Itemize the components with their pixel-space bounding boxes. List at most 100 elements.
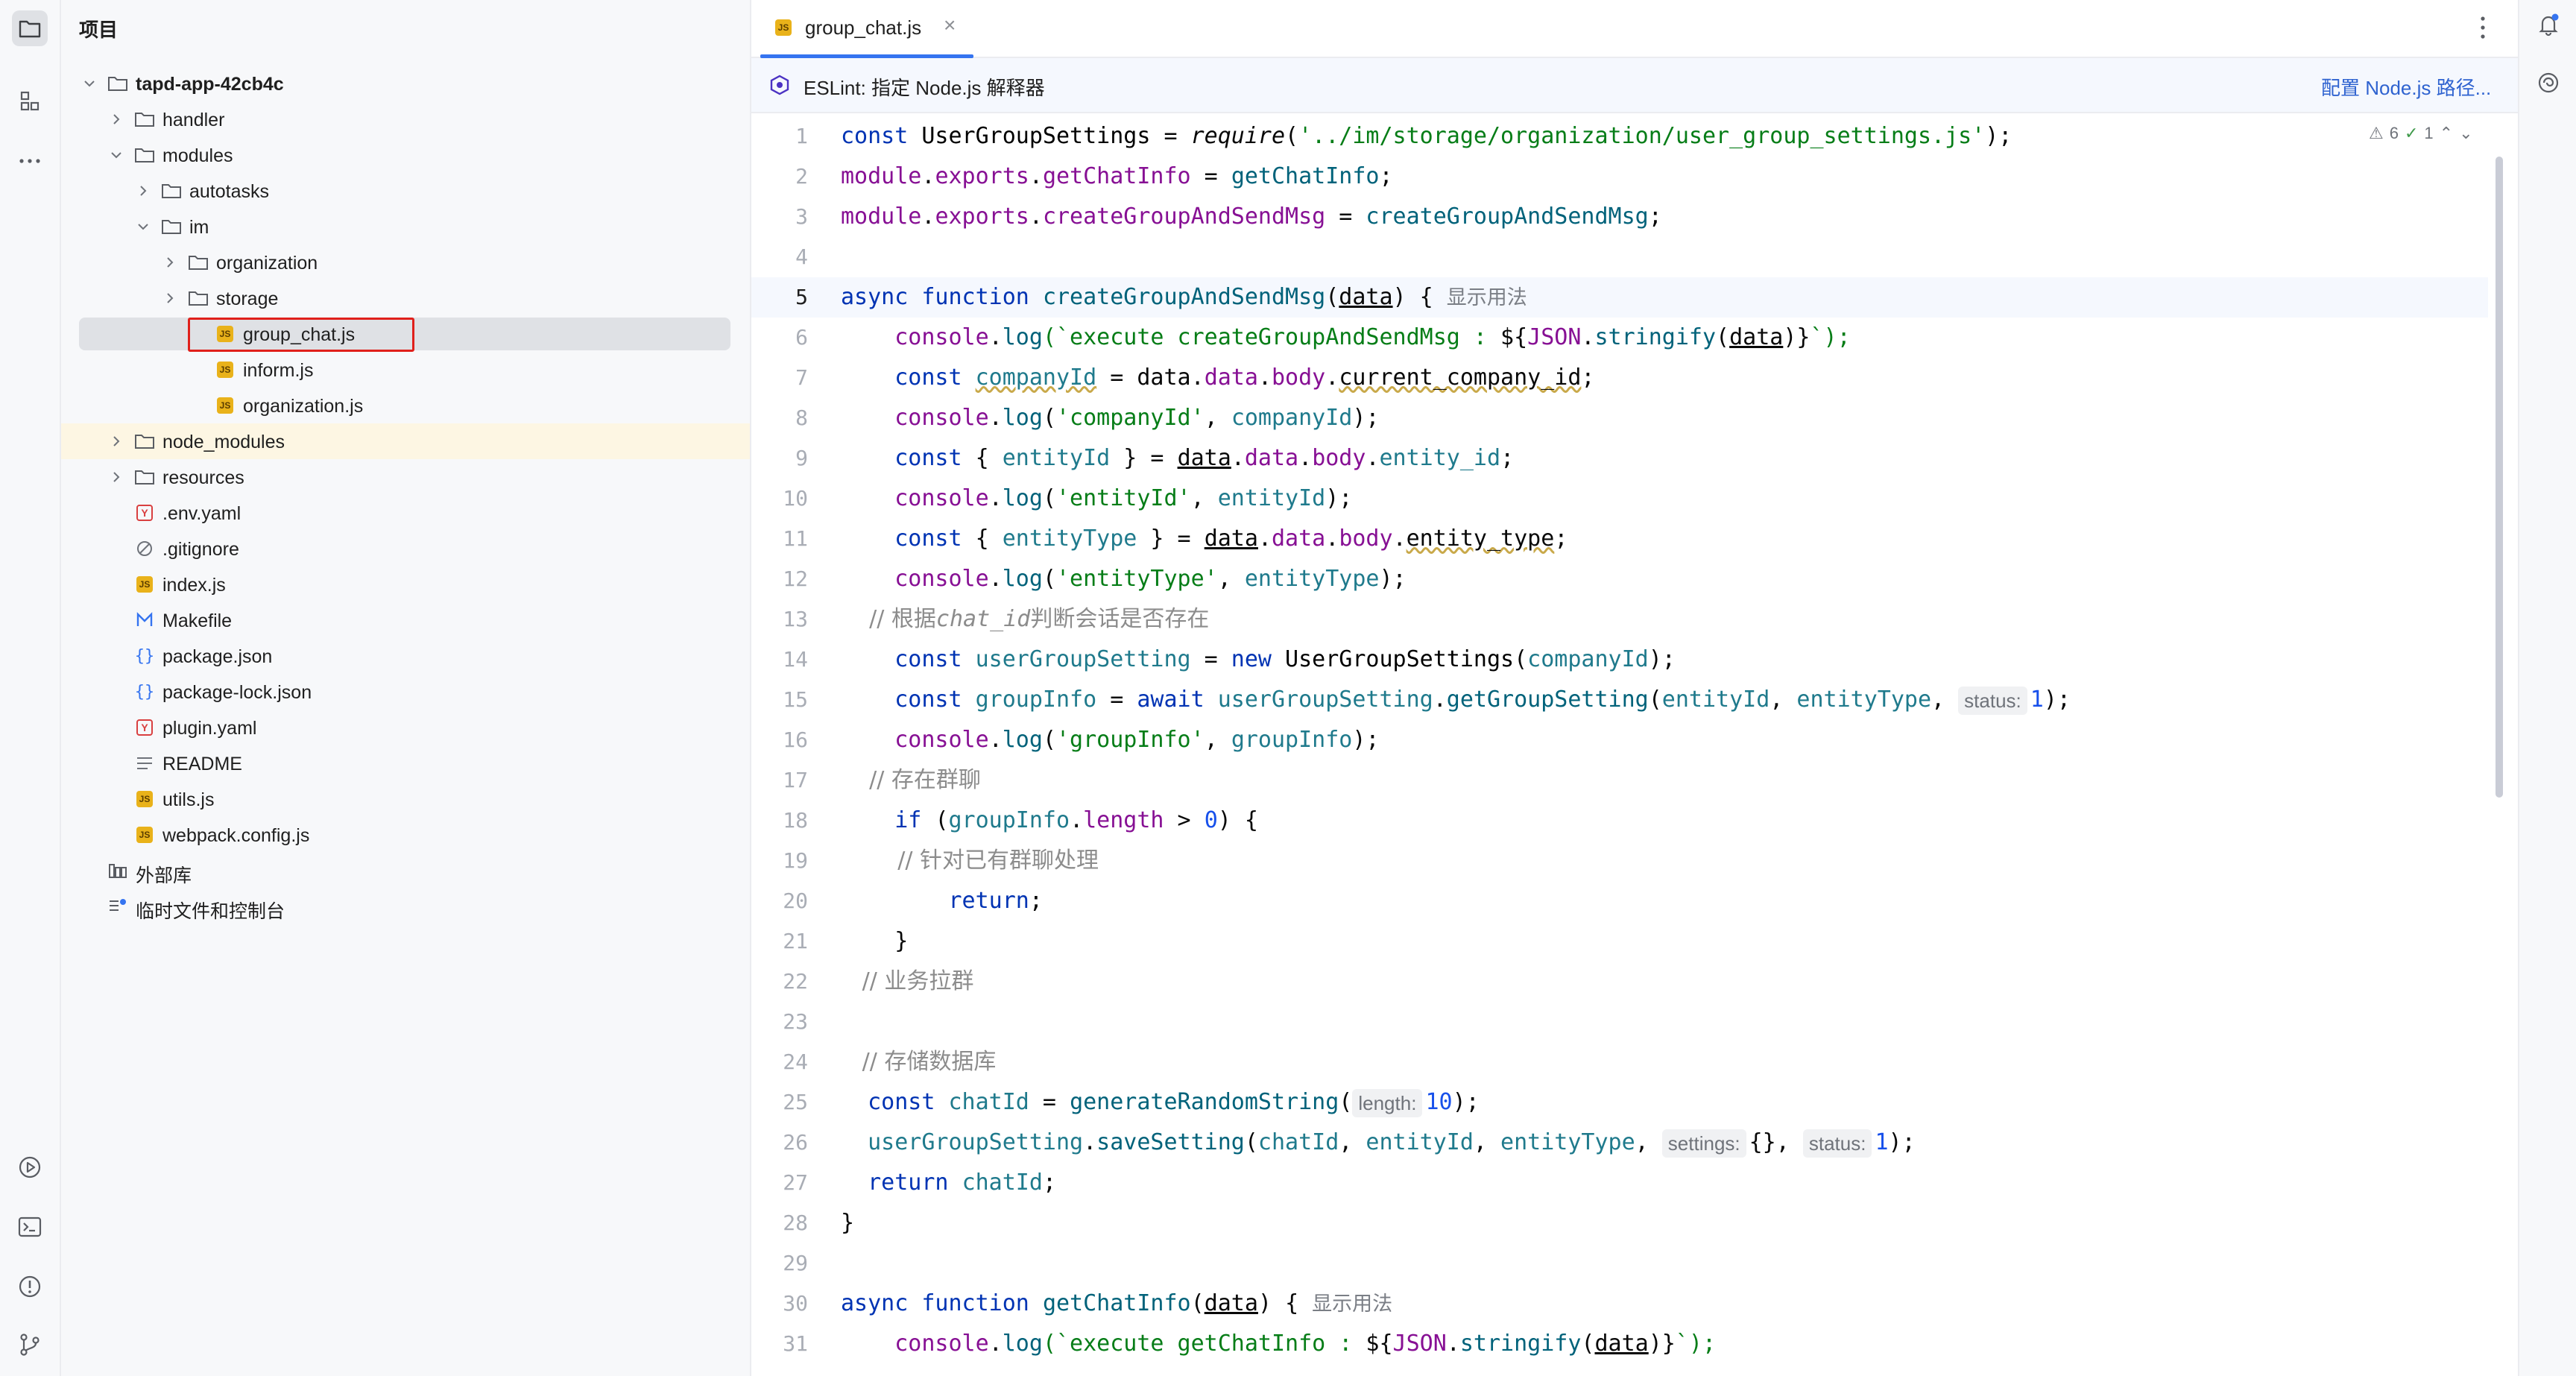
code-token: .	[921, 163, 935, 189]
folder-icon[interactable]	[12, 10, 48, 46]
code-line[interactable]: return;	[841, 881, 1042, 921]
tree-item[interactable]: Yplugin.yaml	[61, 710, 750, 745]
chevron-right-icon[interactable]	[109, 434, 124, 449]
tree-item[interactable]: 外部库	[61, 853, 750, 889]
tree-item[interactable]: JS inform.js	[61, 352, 750, 388]
tree-item[interactable]: storage	[61, 280, 750, 316]
chevron-right-icon[interactable]	[136, 183, 151, 198]
tree-item[interactable]: Makefile	[61, 602, 750, 638]
code-token: chatId	[962, 1170, 1043, 1196]
code-token: log	[1002, 405, 1043, 431]
tree-item[interactable]: organization	[61, 244, 750, 280]
chevron-down-icon[interactable]	[109, 148, 124, 162]
tree-item-label: Makefile	[162, 610, 233, 631]
code-token: {}	[1749, 1129, 1776, 1155]
tree-item[interactable]: resources	[61, 459, 750, 495]
more-icon[interactable]	[12, 143, 48, 179]
problems-icon[interactable]	[12, 1269, 48, 1304]
inspection-widget[interactable]: ⚠ 6 ✓ 1 ⌃ ⌄	[2369, 124, 2473, 143]
code-token: ,	[1204, 727, 1231, 753]
code-line[interactable]: console.log('entityType', entityType);	[841, 559, 1406, 599]
tree-item[interactable]: JS webpack.config.js	[61, 817, 750, 853]
code-line[interactable]: // 存储数据库	[841, 1042, 997, 1082]
tree-item[interactable]: README	[61, 745, 750, 781]
code-line[interactable]: userGroupSetting.saveSetting(chatId, ent…	[841, 1123, 1916, 1163]
tree-item[interactable]: handler	[61, 101, 750, 137]
tree-item[interactable]: JS index.js	[61, 567, 750, 602]
code-token: (	[1244, 1129, 1258, 1155]
chevron-right-icon[interactable]	[109, 112, 124, 127]
tab-options-icon[interactable]	[2479, 15, 2487, 40]
tree-item-label: package-lock.json	[162, 682, 312, 703]
code-line[interactable]: module.exports.createGroupAndSendMsg = c…	[841, 197, 1662, 237]
tree-item[interactable]: autotasks	[61, 173, 750, 209]
code-line[interactable]: // 根据chat_id判断会话是否存在	[841, 599, 1209, 640]
yaml-file-icon: Y	[134, 717, 155, 738]
tree-item-label: organization	[216, 253, 318, 274]
tree-item-label: plugin.yaml	[162, 718, 257, 739]
code-line[interactable]: const { entityId } = data.data.body.enti…	[841, 438, 1514, 479]
code-line[interactable]: // 针对已有群聊处理	[841, 841, 1099, 881]
code-line[interactable]: module.exports.getChatInfo = getChatInfo…	[841, 157, 1393, 197]
code-line[interactable]: }	[841, 1203, 854, 1243]
code-line[interactable]: return chatId;	[841, 1163, 1056, 1203]
code-line[interactable]: // 存在群聊	[841, 760, 981, 801]
configure-node-link[interactable]: 配置 Node.js 路径...	[2321, 73, 2491, 101]
code-line[interactable]: const companyId = data.data.body.current…	[841, 358, 1594, 398]
tree-item[interactable]: 临时文件和控制台	[61, 889, 750, 924]
git-icon[interactable]	[12, 1327, 48, 1363]
notifications-icon[interactable]	[2536, 12, 2561, 37]
code-line[interactable]: // 业务拉群	[841, 962, 974, 1002]
code-line[interactable]: const groupInfo = await userGroupSetting…	[841, 680, 2071, 720]
chevron-down-icon[interactable]	[82, 76, 97, 91]
tree-item[interactable]: node_modules	[61, 423, 750, 459]
prev-highlight-icon[interactable]: ⌃	[2440, 124, 2453, 143]
code-line[interactable]: console.log('entityId', entityId);	[841, 479, 1352, 519]
tab-close-icon[interactable]: ×	[944, 13, 956, 37]
code-line[interactable]: if (groupInfo.length > 0) {	[841, 801, 1258, 841]
code-line[interactable]: async function getChatInfo(data) {显示用法	[841, 1284, 1392, 1324]
next-highlight-icon[interactable]: ⌄	[2459, 124, 2472, 143]
tree-item[interactable]: Y .env.yaml	[61, 495, 750, 531]
code-line[interactable]: const UserGroupSettings = require('../im…	[841, 116, 2012, 157]
code-line[interactable]: console.log('groupInfo', groupInfo);	[841, 720, 1379, 760]
tree-item[interactable]: {} package.json	[61, 638, 750, 674]
show-usages-link[interactable]: 显示用法	[1312, 1293, 1392, 1315]
tree-item[interactable]: .gitignore	[61, 531, 750, 567]
tree-item-label: modules	[162, 145, 233, 166]
chevron-right-icon[interactable]	[109, 470, 124, 485]
show-usages-link[interactable]: 显示用法	[1447, 286, 1527, 309]
chevron-right-icon[interactable]	[162, 291, 177, 306]
tree-item[interactable]: {} package-lock.json	[61, 674, 750, 710]
tree-item[interactable]: tapd-app-42cb4c	[61, 66, 750, 101]
code-token: =	[1096, 364, 1137, 391]
chevron-right-icon[interactable]	[162, 255, 177, 270]
code-token: 'groupInfo'	[1056, 727, 1205, 753]
chevron-down-icon[interactable]	[136, 219, 151, 234]
run-icon[interactable]	[12, 1149, 48, 1185]
tab-group-chat-js[interactable]: JS group_chat.js ×	[760, 0, 973, 58]
code-token: .	[988, 1331, 1003, 1357]
code-token: (	[1325, 284, 1339, 310]
code-line[interactable]: }	[841, 921, 908, 962]
tree-item[interactable]: JS utils.js	[61, 781, 750, 817]
tree-item[interactable]: im	[61, 209, 750, 244]
code-line[interactable]: async function createGroupAndSendMsg(dat…	[841, 277, 1527, 318]
code-line[interactable]: console.log('companyId', companyId);	[841, 398, 1379, 438]
code-token: const	[841, 445, 976, 471]
library-icon	[107, 860, 128, 881]
structure-icon[interactable]	[12, 83, 48, 119]
tree-item[interactable]: modules	[61, 137, 750, 173]
tree-item[interactable]: JS organization.js	[61, 388, 750, 423]
code-line[interactable]: const chatId = generateRandomString(leng…	[841, 1082, 1480, 1123]
terminal-icon[interactable]	[12, 1209, 48, 1245]
code-line[interactable]: const { entityType } = data.data.body.en…	[841, 519, 1568, 559]
code-token: ,	[1473, 1129, 1501, 1155]
code-line[interactable]: const userGroupSetting = new UserGroupSe…	[841, 640, 1676, 680]
code-line[interactable]: console.log(`execute createGroupAndSendM…	[841, 318, 1850, 358]
scratch-icon	[107, 896, 128, 917]
editor-scrollbar[interactable]	[2496, 157, 2503, 798]
code-line[interactable]: console.log(`execute getChatInfo : ${JSO…	[841, 1324, 1716, 1364]
ai-assistant-icon[interactable]	[2536, 70, 2561, 95]
tree-item-label: storage	[216, 288, 279, 309]
